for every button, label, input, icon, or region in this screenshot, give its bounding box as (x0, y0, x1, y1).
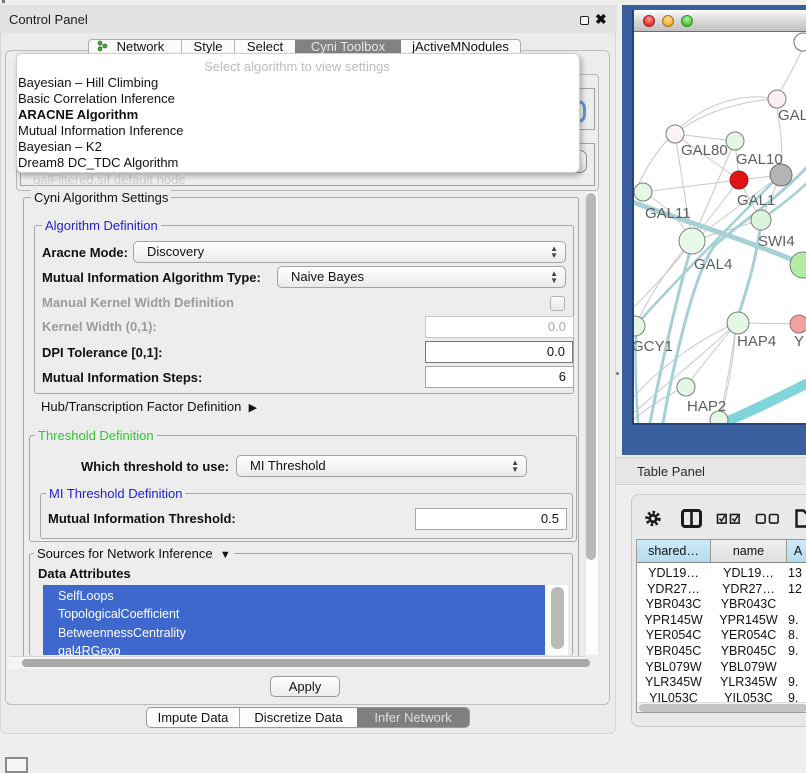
svg-text:GAL7: GAL7 (778, 107, 806, 124)
svg-text:GCY1: GCY1 (634, 338, 673, 355)
svg-text:HAP4: HAP4 (737, 333, 776, 350)
svg-text:Y: Y (794, 333, 804, 350)
svg-text:HAP2: HAP2 (687, 398, 726, 415)
svg-text:GAL10: GAL10 (736, 151, 783, 168)
svg-text:GAL80: GAL80 (681, 142, 728, 159)
svg-text:GAL4: GAL4 (694, 256, 732, 273)
svg-text:SWI4: SWI4 (758, 233, 795, 250)
svg-text:GAL11: GAL11 (645, 205, 691, 222)
svg-text:GAL1: GAL1 (737, 192, 775, 209)
